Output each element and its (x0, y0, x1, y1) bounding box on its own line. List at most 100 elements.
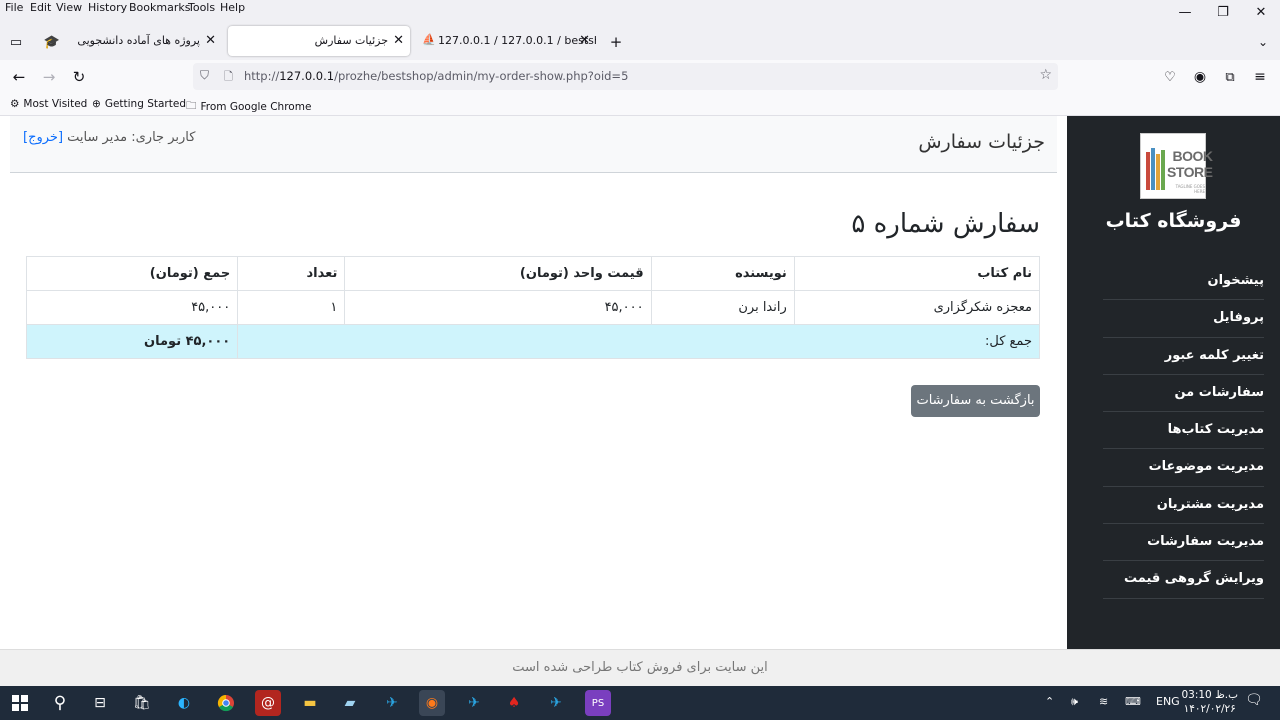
cell-author: راندا برن (650, 290, 795, 325)
site-footer: این سایت برای فروش کتاب طراحی شده است (0, 649, 1280, 686)
current-user: کاربر جاری: مدیر سایت [خروج] (23, 130, 195, 145)
firefox-icon[interactable]: ◉ (419, 690, 445, 716)
menu-tools[interactable]: Tools (188, 1, 215, 14)
firefox-view-icon[interactable]: ▭ (5, 31, 27, 53)
list-tabs-icon[interactable]: ⌄ (1252, 31, 1274, 53)
menu-history[interactable]: History (88, 1, 127, 14)
globe-icon: ⊕ (92, 98, 101, 110)
table-row: معجزه شکرگزاری راندا برن ۴۵,۰۰۰ ۱ ۴۵,۰۰۰ (25, 290, 1041, 325)
windows-start-icon[interactable] (7, 690, 33, 716)
bookmarks-toolbar: ⚙ Most Visited ⊕ Getting Started 🗀 From Goo… (0, 94, 1280, 116)
back-to-orders-button[interactable]: بازگشت به سفارشات (911, 385, 1040, 417)
sidebar-item-change-password[interactable]: تغییر کلمه عبور (1103, 338, 1264, 375)
reload-icon[interactable]: ↻ (68, 66, 90, 88)
clock[interactable]: 03:10 ب.ظ ۱۴۰۲/۰۲/۲۶ (1181, 688, 1238, 716)
bookmark-getting-started[interactable]: ⊕ Getting Started (92, 98, 186, 110)
bookmark-from-google-chrome[interactable]: 🗀 From Google Chrome (186, 98, 311, 116)
page-title: جزئیات سفارش (918, 131, 1045, 153)
sidebar-item-my-orders[interactable]: سفارشات من (1103, 375, 1264, 413)
task-view-icon[interactable]: ⊟ (87, 690, 113, 716)
order-items-table: نام کتاب نویسنده قیمت واحد (تومان) تعداد… (25, 256, 1041, 359)
acrobat-icon[interactable]: ♠ (501, 690, 527, 716)
column-header-book-name: نام کتاب (793, 256, 1041, 291)
cell-quantity: ۱ (237, 290, 346, 325)
main-content: جزئیات سفارش کاربر جاری: مدیر سایت [خروج… (10, 116, 1057, 649)
language-indicator[interactable]: ENG (1156, 695, 1180, 708)
notepad-icon[interactable]: ▰ (337, 690, 363, 716)
tab-phpmyadmin[interactable]: ⛵ 127.0.0.1 / 127.0.0.1 / bestshop ✕ (416, 26, 596, 56)
file-explorer-icon[interactable]: ▬ (297, 690, 323, 716)
column-header-author: نویسنده (650, 256, 795, 291)
edge-icon[interactable]: ◐ (171, 690, 197, 716)
cell-book-name: معجزه شکرگزاری (793, 290, 1041, 325)
clock-time: 03:10 ب.ظ (1181, 689, 1238, 701)
notifications-icon[interactable]: 🗨 (1245, 692, 1263, 708)
brand-title[interactable]: فروشگاه کتاب (1067, 210, 1280, 232)
chrome-icon[interactable] (213, 690, 239, 716)
keyboard-icon[interactable]: ⌨ (1125, 695, 1141, 708)
phpstorm-icon[interactable]: PS (585, 690, 611, 716)
menu-view[interactable]: View (56, 1, 82, 14)
phpmyadmin-icon: ⛵ (422, 33, 436, 46)
menu-file[interactable]: File (5, 1, 23, 14)
forward-icon[interactable]: → (38, 66, 60, 88)
graduation-cap-icon: 🎓 (43, 34, 61, 50)
pocket-icon[interactable]: ♡ (1159, 66, 1181, 88)
menu-edit[interactable]: Edit (30, 1, 51, 14)
url-bar[interactable]: ⛉ 🗋 http://127.0.0.1/prozhe/bestshop/adm… (193, 63, 1058, 90)
tab-student-projects[interactable]: پروژه های آماده دانشجویی ✕ (70, 26, 222, 56)
sidebar-item-profile[interactable]: پروفایل (1103, 300, 1264, 338)
tab-bar: ▭ 🎓 پروژه های آماده دانشجویی ✕ جزئیات سف… (0, 18, 1280, 60)
total-label: جمع کل: (237, 324, 1040, 359)
column-header-unit-price: قیمت واحد (تومان) (344, 256, 652, 291)
web-page: BOOK STORE TAGLINE GOES HERE فروشگاه کتا… (0, 116, 1280, 686)
tray-chevron-icon[interactable]: ⌃ (1045, 695, 1054, 708)
logout-link[interactable]: [خروج] (23, 130, 63, 145)
volume-icon[interactable]: 🕪 (1071, 695, 1078, 709)
search-icon[interactable]: ⚲ (47, 690, 73, 716)
total-row: جمع کل: ۴۵,۰۰۰ تومان (25, 324, 1040, 359)
sidebar-item-manage-topics[interactable]: مدیریت موضوعات (1103, 449, 1264, 487)
store-icon[interactable]: 🛍 (129, 690, 155, 716)
sidebar-item-dashboard[interactable]: پیشخوان (1103, 263, 1264, 301)
telegram-icon[interactable]: ✈ (379, 690, 405, 716)
cell-sum: ۴۵,۰۰۰ (25, 290, 239, 325)
shield-icon[interactable]: ⛉ (200, 68, 209, 83)
new-tab-icon[interactable]: + (605, 31, 627, 53)
telegram-icon[interactable]: ✈ (543, 690, 569, 716)
windows-taskbar: ⚲ ⊟ 🛍 ◐ @ ▬ ▰ ✈ ◉ ✈ ♠ ✈ PS ⌃ 🕪 ≋ ⌨ ENG 0… (0, 686, 1280, 720)
close-tab-icon[interactable]: ✕ (393, 33, 404, 48)
sidebar-item-manage-books[interactable]: مدیریت کتاب‌ها (1103, 412, 1264, 450)
column-header-quantity: تعداد (237, 256, 346, 291)
app-icon[interactable]: @ (255, 690, 281, 716)
page-icon[interactable]: 🗋 (224, 68, 233, 87)
bookmark-star-icon[interactable]: ☆ (1039, 67, 1052, 83)
close-tab-icon[interactable]: ✕ (579, 33, 590, 48)
back-icon[interactable]: ← (8, 66, 30, 88)
cell-unit-price: ۴۵,۰۰۰ (344, 290, 652, 325)
sidebar-item-bulk-price-edit[interactable]: ویرایش گروهی قیمت (1103, 561, 1264, 599)
tab-title: پروژه های آماده دانشجویی (77, 34, 200, 47)
total-value: ۴۵,۰۰۰ تومان (25, 324, 239, 359)
column-header-sum: جمع (تومان) (25, 256, 239, 291)
menu-bookmarks[interactable]: Bookmarks (129, 1, 190, 14)
logo-text: BOOK STORE (1167, 148, 1213, 180)
store-logo: BOOK STORE TAGLINE GOES HERE (1140, 133, 1213, 199)
sidebar: BOOK STORE TAGLINE GOES HERE فروشگاه کتا… (1067, 116, 1280, 649)
menu-help[interactable]: Help (220, 1, 245, 14)
tab-order-details[interactable]: جزئیات سفارش ✕ (228, 26, 410, 56)
account-icon[interactable]: ◉ (1189, 66, 1211, 88)
navigation-bar: ← → ↻ ⛉ 🗋 http://127.0.0.1/prozhe/bestsh… (0, 60, 1280, 94)
telegram-icon[interactable]: ✈ (461, 690, 487, 716)
url-text[interactable]: http://127.0.0.1/prozhe/bestshop/admin/m… (244, 69, 628, 83)
wifi-icon[interactable]: ≋ (1099, 695, 1108, 708)
sidebar-item-manage-customers[interactable]: مدیریت مشتریان (1103, 487, 1264, 525)
sidebar-item-manage-orders[interactable]: مدیریت سفارشات (1103, 524, 1264, 562)
sidebar-menu: پیشخوان پروفایل تغییر کلمه عبور سفارشات … (1103, 263, 1264, 599)
close-tab-icon[interactable]: ✕ (205, 33, 216, 48)
bookmark-most-visited[interactable]: ⚙ Most Visited (10, 98, 87, 110)
extensions-icon[interactable]: ⧉ (1219, 66, 1241, 88)
table-header-row: نام کتاب نویسنده قیمت واحد (تومان) تعداد… (25, 256, 1041, 291)
app-menu-icon[interactable]: ≡ (1249, 66, 1271, 88)
tab-title: جزئیات سفارش (314, 34, 388, 47)
